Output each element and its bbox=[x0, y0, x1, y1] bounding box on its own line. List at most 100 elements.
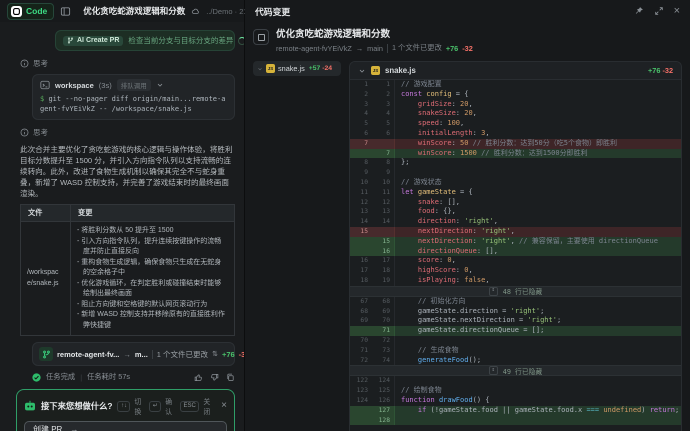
close-icon[interactable]: × bbox=[674, 6, 680, 17]
table-header-file: 文件 bbox=[21, 205, 71, 222]
diff-line: 88}; bbox=[350, 158, 681, 168]
terminal-logo-icon bbox=[11, 6, 22, 17]
changes-table: 文件 变更 /workspace/snake.js 将胜利分数从 50 提升至 … bbox=[20, 204, 235, 336]
terminal-status-badge: 排队调用 bbox=[117, 79, 151, 91]
branch-icon bbox=[67, 37, 74, 44]
target-branch: m... bbox=[135, 350, 148, 359]
arrow-right: → bbox=[70, 425, 78, 431]
prompt-header: 接下来您想做什么? ↑↓切换↵确认ESC关闭 × bbox=[24, 396, 227, 416]
terminal-name: workspace bbox=[55, 81, 94, 90]
diff-subtitle: remote-agent-fvYEiVkZ → main 1 个文件已更改 +7… bbox=[276, 43, 473, 53]
diff-line: 7 winScore: 1500 // 胜利分数：达到1500分即胜利 bbox=[350, 149, 681, 159]
chevron-down-icon[interactable] bbox=[358, 67, 366, 75]
copy-icon[interactable] bbox=[226, 373, 235, 382]
hint-label: 切换 bbox=[134, 396, 143, 416]
thinking-label: 思考 bbox=[33, 127, 48, 138]
deletions-count: -32 bbox=[239, 350, 244, 359]
diff-line: 11// 游戏配置 bbox=[350, 80, 681, 90]
file-list-item[interactable]: JS snake.js +57 -24 bbox=[253, 61, 341, 76]
arrow-right: → bbox=[356, 44, 363, 53]
diff-line: 6869 gameState.direction = 'right'; bbox=[350, 307, 681, 317]
diff-additions: +76 bbox=[648, 66, 660, 75]
terminal-duration: (3s) bbox=[99, 81, 112, 90]
diff-file-name: snake.js bbox=[385, 66, 416, 75]
source-branch: remote-agent-fv... bbox=[57, 350, 119, 359]
additions-count: +76 bbox=[222, 350, 235, 359]
table-header-changes: 变更 bbox=[71, 205, 235, 222]
js-file-icon: JS bbox=[266, 64, 275, 73]
diff-line: 7072 bbox=[350, 336, 681, 346]
diff-line: 7 winScore: 50 // 胜利分数：达到50分（吃5个食物）即胜利 bbox=[350, 139, 681, 149]
diff-line: 1111let gameState = { bbox=[350, 188, 681, 198]
changes-list: 将胜利分数从 50 提升至 1500引入方向指令队列，提升连续按键操作的流畅度并… bbox=[71, 222, 235, 336]
diff-viewer: JS snake.js +76 -32 11// 游戏配置22const con… bbox=[349, 61, 682, 431]
diff-line: 55 speed: 100, bbox=[350, 119, 681, 129]
diff-title-row: 优化贪吃蛇游戏逻辑和分数 remote-agent-fvYEiVkZ → mai… bbox=[253, 29, 682, 53]
hint-label: 关闭 bbox=[203, 396, 212, 416]
diff-line: 1819 isPlaying: false, bbox=[350, 276, 681, 286]
terminal-card-header[interactable]: workspace (3s) 排队调用 bbox=[40, 79, 227, 91]
diff-line: 1414 direction: 'right', bbox=[350, 217, 681, 227]
hidden-lines-bar[interactable]: ⇕49 行已隐藏 bbox=[350, 365, 681, 376]
diff-line: 15 nextDirection: 'right', bbox=[350, 227, 681, 237]
file-additions: +57 bbox=[309, 65, 321, 72]
hint-label: 确认 bbox=[165, 396, 174, 416]
pin-icon[interactable] bbox=[634, 6, 644, 16]
panel-body: 优化贪吃蛇游戏逻辑和分数 remote-agent-fvYEiVkZ → mai… bbox=[245, 22, 690, 431]
hidden-lines-bar[interactable]: ⇕48 行已隐藏 bbox=[350, 286, 681, 297]
logo-label: Code bbox=[26, 6, 47, 16]
divider bbox=[387, 44, 388, 53]
files-changed-label: 1 个文件已更改 bbox=[392, 43, 442, 53]
arrow-right: → bbox=[123, 350, 131, 359]
file-path-cell: /workspace/snake.js bbox=[21, 222, 71, 336]
chat-panel: Code 优化贪吃蛇游戏逻辑和分数 ../Demo · 21:18 bbox=[0, 0, 245, 431]
prompt-option[interactable]: 创建 PR→ bbox=[24, 421, 227, 431]
chat-scroll-area: AI Create PR 检查当前分支与目标分支的差异 思考 workspace… bbox=[0, 22, 244, 431]
diff-file-header[interactable]: JS snake.js +76 -32 bbox=[350, 62, 681, 80]
expand-updown-icon: ⇅ bbox=[212, 350, 218, 358]
expand-icon[interactable] bbox=[654, 6, 664, 16]
code-rows: 11// 游戏配置22const config = {33 gridSize: … bbox=[350, 80, 681, 431]
diff-title: 优化贪吃蛇游戏逻辑和分数 bbox=[276, 29, 473, 40]
table-row: /workspace/snake.js 将胜利分数从 50 提升至 1500引入… bbox=[21, 222, 235, 336]
check-circle-icon bbox=[32, 373, 41, 382]
diff-line: 33 gridSize: 20, bbox=[350, 100, 681, 110]
sidebar-toggle-icon[interactable] bbox=[60, 6, 71, 17]
change-item: 新增 WASD 控制支持并移除原有的直接胜利作弊快捷键 bbox=[77, 310, 228, 331]
files-changed-label: 1 个文件已更改 bbox=[157, 349, 208, 360]
close-icon[interactable]: × bbox=[221, 401, 227, 411]
ai-create-pr-badge: AI Create PR bbox=[63, 36, 123, 46]
branch-diff-card[interactable]: remote-agent-fv... → m... 1 个文件已更改 ⇅ +76… bbox=[32, 342, 235, 366]
diff-line: 7173 // 生成食物 bbox=[350, 346, 681, 356]
diff-icon bbox=[253, 29, 269, 45]
diff-line: 7274 generateFood(); bbox=[350, 356, 681, 366]
deletions-count: -32 bbox=[462, 44, 473, 53]
task-time-label: 任务耗时 57s bbox=[87, 372, 130, 382]
file-name: snake.js bbox=[278, 64, 305, 73]
diff-line: 1718 highScore: 0, bbox=[350, 266, 681, 276]
terminal-icon bbox=[40, 80, 50, 90]
key-badge: ↵ bbox=[149, 401, 161, 412]
diff-line: 71 gameState.directionQueue = []; bbox=[350, 326, 681, 336]
terminal-card: workspace (3s) 排队调用 $ git --no-pager dif… bbox=[32, 74, 235, 120]
diff-line: 1313 food: {}, bbox=[350, 207, 681, 217]
banner-text: 检查当前分支与目标分支的差异 bbox=[128, 35, 233, 46]
info-icon bbox=[20, 128, 29, 137]
diff-line: 22const config = { bbox=[350, 90, 681, 100]
cloud-icon bbox=[191, 7, 200, 16]
prompt-options: 创建 PR→暂不创建 PR→ bbox=[24, 421, 227, 431]
left-topbar: Code 优化贪吃蛇游戏逻辑和分数 ../Demo · 21:18 bbox=[0, 0, 244, 22]
robot-icon bbox=[24, 400, 36, 412]
app-logo[interactable]: Code bbox=[7, 3, 54, 20]
chevron-down-icon[interactable] bbox=[156, 81, 164, 89]
diff-line: 1617 score: 0, bbox=[350, 256, 681, 266]
file-list: JS snake.js +57 -24 bbox=[253, 61, 341, 431]
task-status-row: 任务完成 | 任务耗时 57s bbox=[32, 372, 235, 382]
diff-line: 6768 // 初始化方向 bbox=[350, 297, 681, 307]
target-branch: main bbox=[367, 44, 383, 53]
diff-deletions: -32 bbox=[662, 66, 673, 75]
thumbs-down-icon[interactable] bbox=[210, 373, 219, 382]
thumbs-up-icon[interactable] bbox=[194, 373, 203, 382]
diff-line: 15 nextDirection: 'right', // 兼容保留，主要使用 … bbox=[350, 237, 681, 247]
diff-line: 128 bbox=[350, 416, 681, 426]
